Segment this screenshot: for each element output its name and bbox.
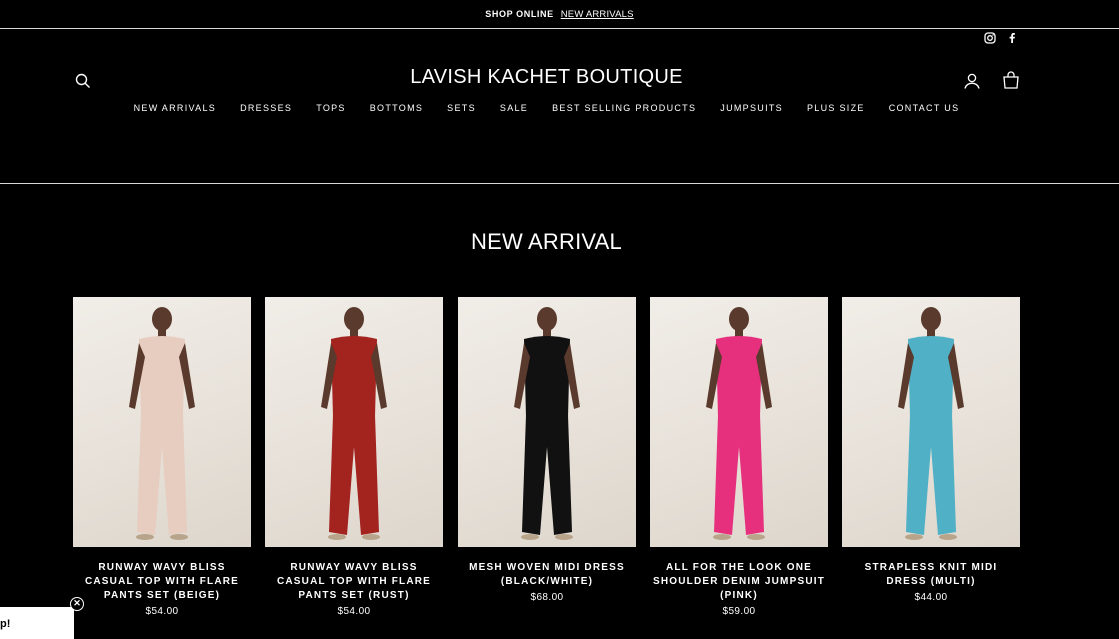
- product-image[interactable]: [73, 297, 251, 547]
- product-image[interactable]: [265, 297, 443, 547]
- divider: [0, 28, 1119, 29]
- promo-popup-text: p!: [0, 618, 11, 630]
- instagram-icon[interactable]: [984, 31, 996, 44]
- product-card[interactable]: ALL FOR THE LOOK ONE SHOULDER DENIM JUMP…: [650, 297, 828, 617]
- nav-item-plus-size[interactable]: PLUS SIZE: [795, 103, 877, 113]
- announcement-bar: SHOP ONLINE NEW ARRIVALS: [0, 0, 1119, 28]
- product-title[interactable]: STRAPLESS KNIT MIDI DRESS (MULTI): [842, 561, 1020, 589]
- account-icon[interactable]: [963, 72, 981, 90]
- product-card[interactable]: RUNWAY WAVY BLISS CASUAL TOP WITH FLARE …: [265, 297, 443, 617]
- main-nav: NEW ARRIVALS DRESSES TOPS BOTTOMS SETS S…: [0, 103, 1093, 113]
- product-image[interactable]: [650, 297, 828, 547]
- product-grid: RUNWAY WAVY BLISS CASUAL TOP WITH FLARE …: [73, 297, 1021, 627]
- nav-item-best-selling[interactable]: BEST SELLING PRODUCTS: [540, 103, 708, 113]
- site-logo[interactable]: LAVISH KACHET BOUTIQUE: [0, 66, 1093, 89]
- product-price: $59.00: [722, 606, 756, 617]
- facebook-icon[interactable]: [1006, 31, 1018, 43]
- product-title[interactable]: ALL FOR THE LOOK ONE SHOULDER DENIM JUMP…: [650, 561, 828, 603]
- nav-item-contact-us[interactable]: CONTACT US: [877, 103, 972, 113]
- nav-item-dresses[interactable]: DRESSES: [228, 103, 304, 113]
- product-price: $68.00: [530, 592, 564, 603]
- divider: [0, 183, 1119, 184]
- product-card[interactable]: STRAPLESS KNIT MIDI DRESS (MULTI) $44.00: [842, 297, 1020, 603]
- product-image[interactable]: [458, 297, 636, 547]
- product-title[interactable]: RUNWAY WAVY BLISS CASUAL TOP WITH FLARE …: [265, 561, 443, 603]
- social-links: [984, 31, 1018, 44]
- product-card[interactable]: RUNWAY WAVY BLISS CASUAL TOP WITH FLARE …: [73, 297, 251, 617]
- nav-item-sets[interactable]: SETS: [435, 103, 488, 113]
- nav-item-sale[interactable]: SALE: [488, 103, 540, 113]
- product-price: $54.00: [337, 606, 371, 617]
- product-price: $44.00: [914, 592, 948, 603]
- product-price: $54.00: [145, 606, 179, 617]
- nav-item-jumpsuits[interactable]: JUMPSUITS: [708, 103, 795, 113]
- nav-item-tops[interactable]: TOPS: [304, 103, 358, 113]
- nav-item-new-arrivals[interactable]: NEW ARRIVALS: [122, 103, 228, 113]
- product-title[interactable]: RUNWAY WAVY BLISS CASUAL TOP WITH FLARE …: [73, 561, 251, 603]
- announcement-link[interactable]: NEW ARRIVALS: [561, 9, 634, 20]
- product-card[interactable]: MESH WOVEN MIDI DRESS (BLACK/WHITE) $68.…: [458, 297, 636, 603]
- product-image[interactable]: [842, 297, 1020, 547]
- section-title: NEW ARRIVAL: [471, 229, 622, 254]
- cart-icon[interactable]: [1002, 71, 1020, 89]
- product-title[interactable]: MESH WOVEN MIDI DRESS (BLACK/WHITE): [458, 561, 636, 589]
- promo-popup[interactable]: p!: [0, 607, 74, 639]
- nav-item-bottoms[interactable]: BOTTOMS: [358, 103, 435, 113]
- announcement-label: SHOP ONLINE: [485, 9, 554, 19]
- close-icon[interactable]: ✕: [70, 597, 84, 611]
